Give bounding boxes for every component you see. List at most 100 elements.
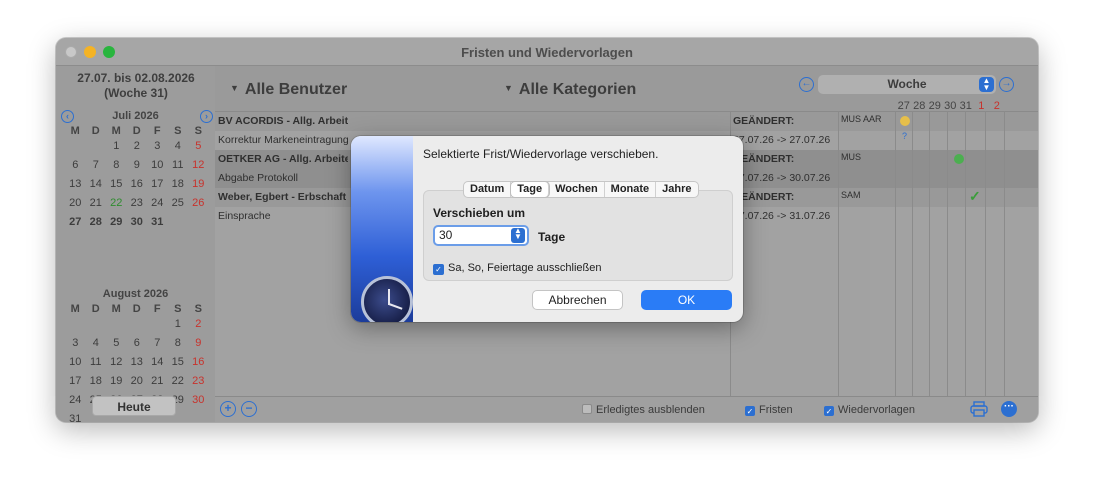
triangle-down-icon: ▼ (504, 83, 513, 93)
users-dropdown[interactable]: ▼ Alle Benutzer (230, 81, 347, 99)
calendar-sidebar: 27.07. bis 02.08.2026 (Woche 31) ‹ Juli … (56, 66, 215, 422)
calendar-day (65, 315, 86, 334)
calendar-day[interactable]: 1 (106, 137, 127, 156)
calendar-day[interactable]: 3 (147, 137, 168, 156)
title-bar: Fristen und Wiedervorlagen (56, 38, 1038, 66)
calendar-day[interactable]: 24 (65, 391, 86, 410)
resubmissions-checkbox[interactable]: ✓ Wiedervorlagen (824, 404, 915, 416)
calendar-day[interactable]: 11 (168, 156, 189, 175)
calendar-day[interactable]: 12 (106, 353, 127, 372)
calendar-day[interactable]: 19 (106, 372, 127, 391)
calendar-day[interactable]: 8 (106, 156, 127, 175)
calendar-day[interactable]: 13 (127, 353, 148, 372)
table-row[interactable]: BV ACORDIS - Allg. Arbeiten GEÄNDERT: MUS … (215, 112, 1038, 131)
day-grid: 1 2 3 4 5 6 7 8 9 10 11 12 13 14 15 16 17 18 19 20 21 22 23 24 2… (65, 137, 213, 232)
hide-done-checkbox[interactable]: Erledigtes ausblenden (582, 404, 705, 416)
calendar-day[interactable]: 31 (65, 410, 86, 422)
calendar-day[interactable]: 17 (147, 175, 168, 194)
calendar-day[interactable]: 18 (168, 175, 189, 194)
calendar-day[interactable]: 9 (127, 156, 148, 175)
calendar-day[interactable]: 10 (65, 353, 86, 372)
calendar-day[interactable]: 29 (106, 213, 127, 232)
calendar-day[interactable]: 3 (65, 334, 86, 353)
printer-icon[interactable] (970, 401, 988, 417)
calendar-day[interactable]: 30 (127, 213, 148, 232)
ellipsis-circle-icon[interactable]: ··· (1001, 401, 1017, 417)
calendar-day[interactable]: 20 (127, 372, 148, 391)
calendar-day[interactable]: 5 (188, 137, 209, 156)
calendar-day[interactable]: 18 (86, 372, 107, 391)
segment-tage[interactable]: Tage (511, 182, 550, 197)
calendar-day[interactable]: 7 (86, 156, 107, 175)
calendar-day[interactable]: 19 (188, 175, 209, 194)
calendar-day[interactable]: 9 (188, 334, 209, 353)
calendar-day[interactable]: 14 (86, 175, 107, 194)
segment-datum[interactable]: Datum (464, 182, 512, 197)
calendar-day[interactable]: 15 (106, 175, 127, 194)
calendar-day[interactable]: 22 (168, 372, 189, 391)
segment-jahre[interactable]: Jahre (656, 182, 697, 197)
calendar-day[interactable]: 10 (147, 156, 168, 175)
calendar-day[interactable]: 21 (147, 372, 168, 391)
calendar-day[interactable]: 12 (188, 156, 209, 175)
month-july: ‹ Juli 2026 › MDMDFSS 1 2 3 4 5 6 7 8 9 10 11 12 13 1… (58, 110, 213, 232)
chevron-left-circle-icon[interactable]: ‹ (61, 110, 74, 123)
calendar-day[interactable]: 13 (65, 175, 86, 194)
ok-button[interactable]: OK (641, 290, 732, 310)
calendar-day[interactable]: 15 (168, 353, 189, 372)
weekday-header: MDMDFSS (65, 125, 213, 137)
calendar-day[interactable]: 26 (188, 194, 209, 213)
calendar-day[interactable]: 2 (127, 137, 148, 156)
calendar-day[interactable]: 23 (188, 372, 209, 391)
calendar-day[interactable]: 7 (147, 334, 168, 353)
calendar-day[interactable]: 1 (168, 315, 189, 334)
calendar-day[interactable]: 5 (106, 334, 127, 353)
weekday-header: MDMDFSS (65, 303, 213, 315)
calendar-day[interactable]: 31 (147, 213, 168, 232)
calendar-day[interactable]: 25 (168, 194, 189, 213)
stepper-icon[interactable]: ▲ ▼ (511, 227, 525, 243)
view-select[interactable]: Woche ▲ ▼ (818, 75, 996, 94)
calendar-day[interactable]: 21 (86, 194, 107, 213)
calendar-day[interactable]: 16 (127, 175, 148, 194)
calendar-day[interactable]: 28 (86, 213, 107, 232)
calendar-day (65, 137, 86, 156)
calendar-day[interactable]: 2 (188, 315, 209, 334)
calendar-day[interactable]: 22 (106, 194, 127, 213)
weekday-label: F (153, 125, 161, 137)
calendar-day[interactable]: 6 (127, 334, 148, 353)
calendar-day[interactable]: 8 (168, 334, 189, 353)
chevron-right-circle-icon[interactable]: › (200, 110, 213, 123)
calendar-day[interactable]: 27 (65, 213, 86, 232)
deadlines-checkbox[interactable]: ✓ Fristen (745, 404, 793, 416)
row-status: GEÄNDERT: (733, 191, 795, 203)
calendar-day[interactable]: 24 (147, 194, 168, 213)
next-week-icon[interactable]: → (999, 77, 1014, 92)
row-user: SAM (841, 190, 861, 200)
calendar-day[interactable]: 4 (86, 334, 107, 353)
plus-circle-icon[interactable]: + (220, 401, 236, 417)
segment-monate[interactable]: Monate (605, 182, 657, 197)
prev-week-icon[interactable]: ← (799, 77, 814, 92)
minus-circle-icon[interactable]: − (241, 401, 257, 417)
shift-amount-input[interactable]: 30 ▲ ▼ (433, 225, 529, 246)
calendar-day[interactable]: 17 (65, 372, 86, 391)
exclude-weekends-checkbox[interactable]: ✓ Sa, So, Feiertage ausschließen (433, 262, 601, 275)
calendar-day[interactable]: 4 (168, 137, 189, 156)
segment-wochen[interactable]: Wochen (549, 182, 605, 197)
categories-dropdown[interactable]: ▼ Alle Kategorien (504, 81, 636, 99)
checkmark-icon: ✓ (969, 188, 981, 204)
calendar-day[interactable]: 14 (147, 353, 168, 372)
calendar-day[interactable]: 30 (188, 391, 209, 410)
row-title: Abgabe Protokoll (218, 172, 298, 184)
calendar-day[interactable]: 16 (188, 353, 209, 372)
today-button[interactable]: Heute (92, 396, 176, 416)
row-title: BV ACORDIS - Allg. Arbeiten (218, 115, 348, 127)
calendar-day[interactable]: 11 (86, 353, 107, 372)
calendar-day[interactable]: 6 (65, 156, 86, 175)
month-title: Juli 2026 (112, 110, 159, 122)
weekday-label: M (70, 303, 80, 315)
calendar-day[interactable]: 23 (127, 194, 148, 213)
cancel-button[interactable]: Abbrechen (532, 290, 623, 310)
calendar-day[interactable]: 20 (65, 194, 86, 213)
